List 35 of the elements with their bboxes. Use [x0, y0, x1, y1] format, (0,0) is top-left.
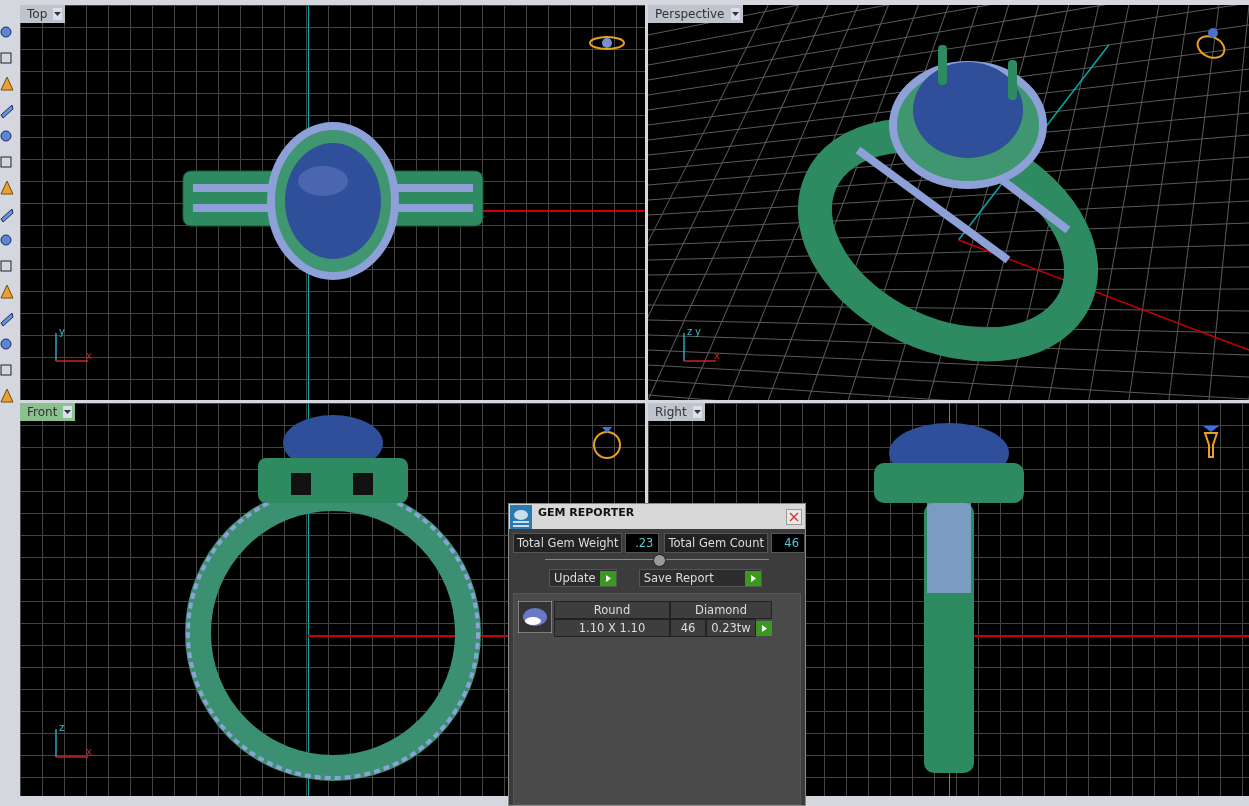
- table-cell: 46: [670, 619, 706, 637]
- viewport-tab[interactable]: Perspective: [648, 5, 743, 23]
- panel-title: GEM REPORTER: [538, 505, 636, 519]
- caret-icon[interactable]: [730, 8, 740, 20]
- viewport[interactable]: Top y x: [20, 5, 645, 400]
- axis-label: x: [714, 350, 720, 361]
- viewport-tab[interactable]: Front: [20, 403, 76, 421]
- close-icon: [789, 511, 799, 522]
- stat-value: .23: [625, 533, 660, 553]
- viewport-tab[interactable]: Top: [20, 5, 66, 23]
- stat-label: Total Gem Count: [664, 533, 768, 553]
- splitter-handle[interactable]: [653, 554, 666, 567]
- gem-thumbnail: [518, 601, 552, 633]
- gem-app-icon: [510, 504, 532, 529]
- close-button[interactable]: [786, 508, 802, 525]
- stat-value: 46: [770, 533, 805, 553]
- caret-icon[interactable]: [692, 406, 702, 418]
- axis-label: z: [59, 722, 65, 733]
- axis-label: x: [86, 350, 92, 361]
- play-icon[interactable]: [599, 570, 616, 586]
- caret-icon[interactable]: [53, 8, 63, 20]
- axis-label: x: [86, 746, 92, 757]
- table-cell: Round: [554, 601, 670, 619]
- caret-icon[interactable]: [63, 406, 73, 418]
- axis-label: y: [59, 326, 65, 337]
- play-icon[interactable]: [744, 570, 761, 586]
- viewport-tab[interactable]: Right: [648, 403, 705, 421]
- table-cell: 0.23tw: [706, 619, 756, 637]
- axis-label: y: [695, 326, 701, 337]
- stat-label: Total Gem Weight: [513, 533, 623, 553]
- table-cell: 1.10 X 1.10: [554, 619, 670, 637]
- table-cell: Diamond: [670, 601, 772, 619]
- axis-label: z: [687, 326, 693, 337]
- viewport[interactable]: Perspective z y x: [648, 5, 1249, 400]
- play-icon[interactable]: [756, 620, 772, 636]
